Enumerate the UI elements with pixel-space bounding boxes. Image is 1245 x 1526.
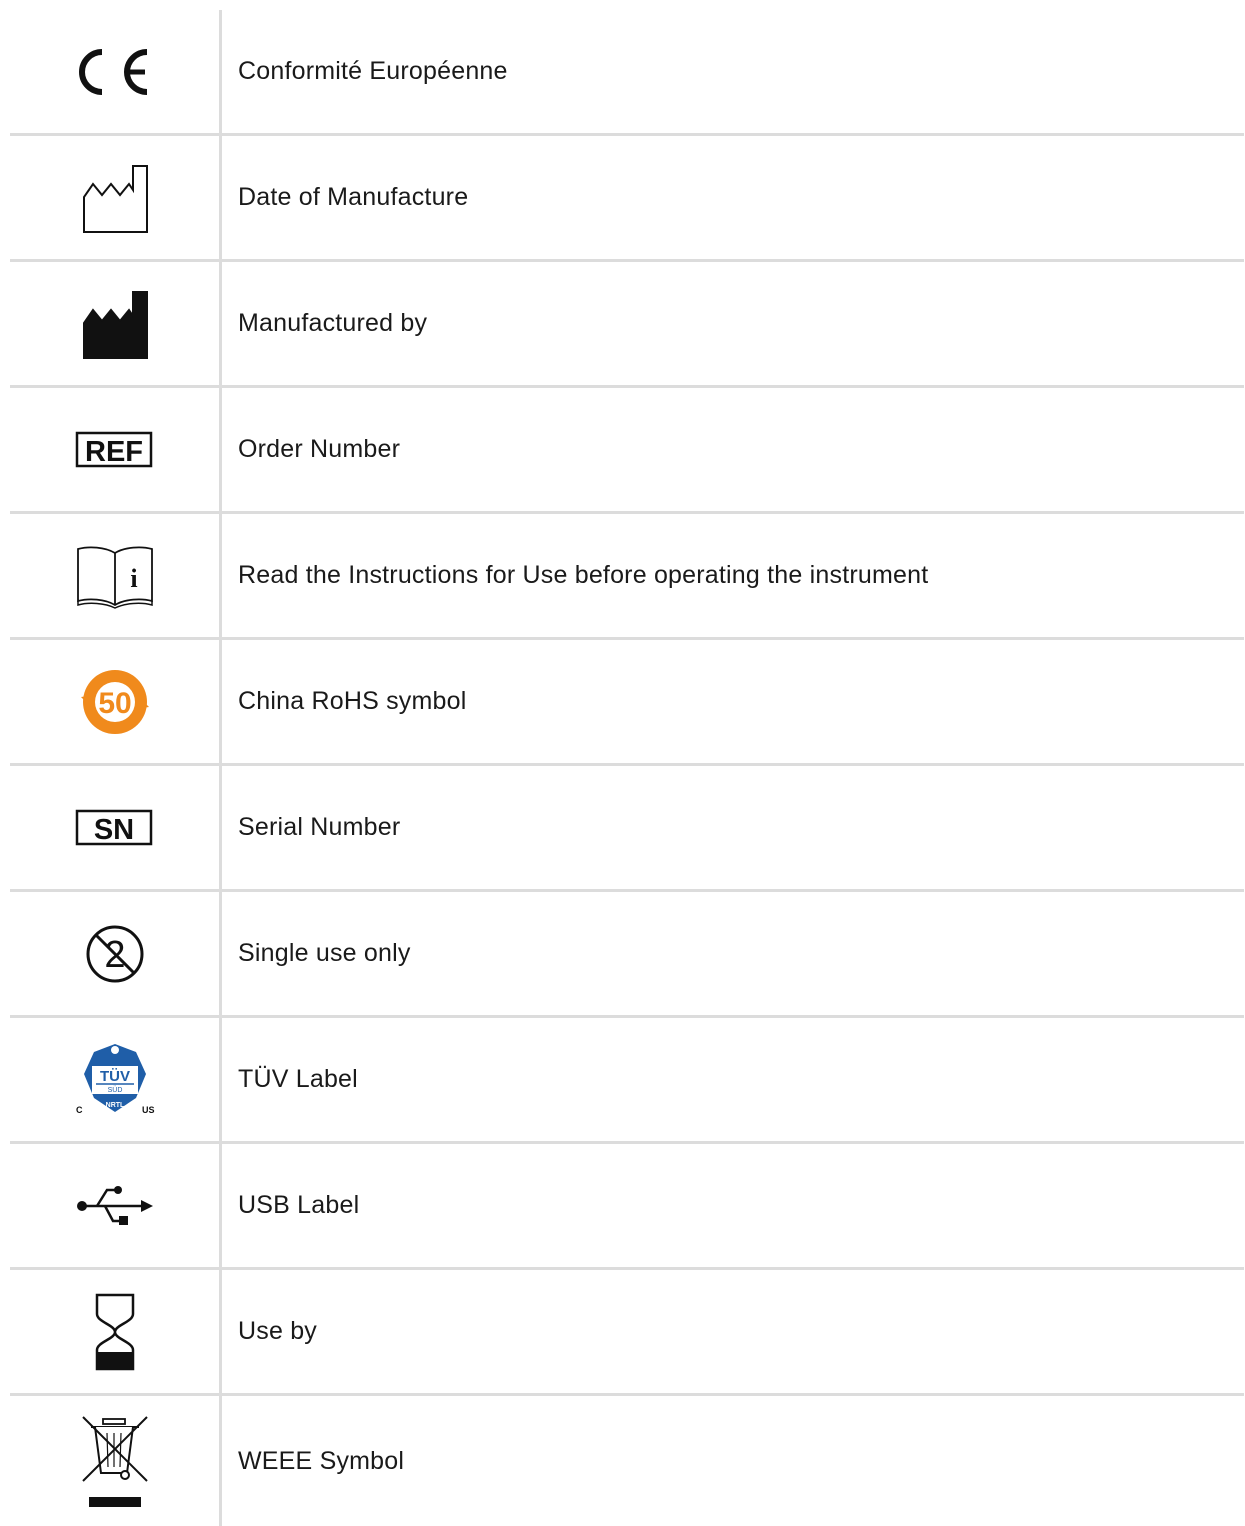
- single-use-icon: 2: [86, 925, 143, 982]
- symbol-label: China RoHS symbol: [238, 687, 467, 715]
- usb-icon: [76, 1185, 153, 1225]
- symbol-row-ref: REF Order Number: [10, 388, 1244, 514]
- icon-cell: [10, 10, 222, 133]
- icon-cell: [10, 1270, 222, 1393]
- symbol-label: WEEE Symbol: [238, 1446, 405, 1475]
- symbol-row-usb: USB Label: [10, 1144, 1244, 1270]
- use-by-icon: [95, 1293, 134, 1370]
- date-of-manufacture-icon: [82, 164, 148, 233]
- icon-cell: [10, 136, 222, 259]
- icon-cell: 2: [10, 892, 222, 1015]
- info-letter: i: [130, 564, 137, 593]
- symbol-row-manufacturer: Manufactured by: [10, 262, 1244, 388]
- icon-cell: REF: [10, 388, 222, 511]
- symbol-label: Order Number: [238, 435, 401, 463]
- symbol-row-tuv: TÜV SÜD NRTL C US TÜV Label: [10, 1018, 1244, 1144]
- tuv-main-text: TÜV: [100, 1068, 130, 1085]
- sn-icon-text: SN: [93, 814, 133, 846]
- ref-icon-text: REF: [85, 436, 143, 468]
- weee-icon: [81, 1416, 148, 1507]
- symbol-row-ce: Conformité Européenne: [10, 10, 1244, 136]
- symbol-label: TÜV Label: [238, 1065, 358, 1093]
- serial-number-icon: SN: [75, 809, 152, 846]
- tuv-c-text: C: [76, 1105, 83, 1115]
- icon-cell: [10, 262, 222, 385]
- icon-cell: SN: [10, 766, 222, 889]
- symbol-label: USB Label: [238, 1191, 360, 1219]
- icon-cell: i: [10, 514, 222, 637]
- ce-mark-icon: [78, 48, 147, 95]
- ref-icon: REF: [75, 431, 152, 468]
- symbol-label: Date of Manufacture: [238, 183, 469, 211]
- icon-cell: TÜV SÜD NRTL C US: [10, 1018, 222, 1141]
- symbol-row-weee: WEEE Symbol: [10, 1396, 1244, 1526]
- rohs-number: 50: [98, 687, 131, 720]
- symbol-row-single-use: 2 Single use only: [10, 892, 1244, 1018]
- tuv-us-text: US: [142, 1105, 155, 1115]
- symbol-row-china-rohs: 50 China RoHS symbol: [10, 640, 1244, 766]
- tuv-sub-text: SÜD: [107, 1086, 122, 1094]
- symbol-row-use-by: Use by: [10, 1270, 1244, 1396]
- symbol-label: Read the Instructions for Use before ope…: [238, 561, 929, 589]
- symbol-label: Serial Number: [238, 813, 401, 841]
- symbol-label: Single use only: [238, 939, 411, 967]
- tuv-icon: TÜV SÜD NRTL C US: [76, 1043, 155, 1115]
- instructions-book-icon: i: [76, 545, 153, 609]
- symbol-row-instructions: i Read the Instructions for Use before o…: [10, 514, 1244, 640]
- tuv-nrtl-text: NRTL: [105, 1102, 124, 1109]
- symbol-label: Conformité Européenne: [238, 57, 508, 85]
- icon-cell: [10, 1396, 222, 1526]
- manufacturer-icon: [82, 290, 148, 359]
- symbol-row-serial-number: SN Serial Number: [10, 766, 1244, 892]
- icon-cell: 50: [10, 640, 222, 763]
- symbol-row-date-of-manufacture: Date of Manufacture: [10, 136, 1244, 262]
- symbol-label: Use by: [238, 1317, 318, 1345]
- icon-cell: [10, 1144, 222, 1267]
- china-rohs-icon: 50: [80, 669, 149, 734]
- symbols-table: Conformité Européenne Date of Manufactur…: [10, 10, 1244, 1526]
- symbol-label: Manufactured by: [238, 309, 428, 337]
